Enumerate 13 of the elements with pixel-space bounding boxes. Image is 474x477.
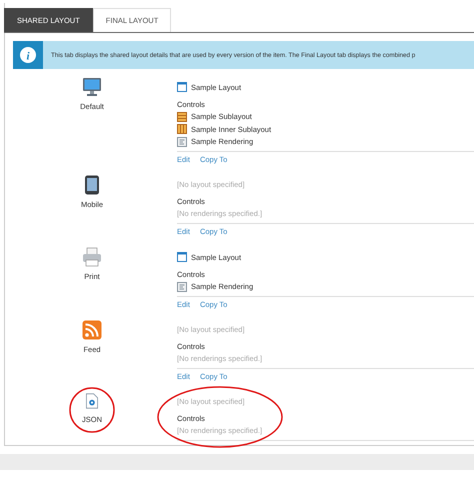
sublayout-icon: [177, 112, 187, 122]
info-icon: i: [20, 47, 36, 63]
rendering-icon: [177, 136, 187, 147]
sublayout-icon: [177, 124, 187, 134]
annotation-ellipse: [68, 386, 116, 434]
rss-feed-icon: [82, 320, 102, 340]
printer-icon: [82, 247, 102, 267]
layout-icon: [177, 82, 187, 92]
layout-icon: [177, 252, 187, 262]
monitor-icon: [82, 77, 102, 97]
file-gear-icon: [84, 392, 100, 410]
rendering-icon: [177, 282, 187, 292]
tablet-icon: [82, 175, 102, 195]
